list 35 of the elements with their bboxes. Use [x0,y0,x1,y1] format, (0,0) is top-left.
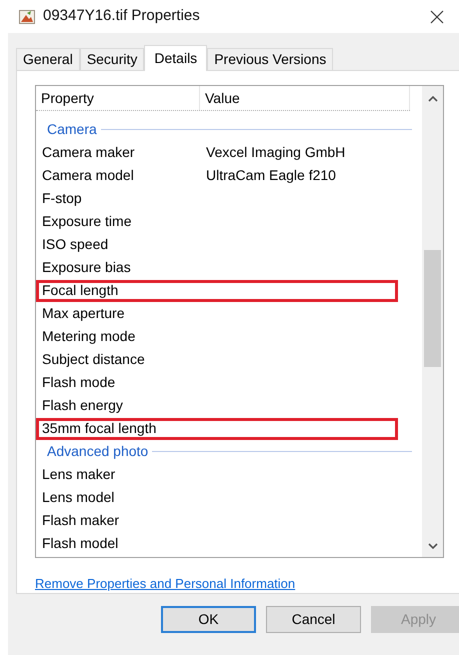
property-value: UltraCam Eagle f210 [206,166,336,185]
property-name: Flash energy [42,396,124,415]
group-header: Camera [47,120,97,139]
property-name: Flash mode [42,373,116,392]
dialog-button[interactable]: Cancel [266,606,361,633]
property-name: Flash maker [42,511,120,530]
tab[interactable]: Previous Versions [207,48,334,70]
close-icon [430,10,444,24]
window-title: 09347Y16.tif Properties [43,6,200,26]
tab[interactable]: General [16,48,80,70]
property-name: Lens model [42,488,116,507]
column-header[interactable]: Value [200,86,410,110]
scrollbar-thumb[interactable] [424,250,441,367]
dialog-button[interactable]: OK [161,606,256,633]
property-name: Camera model [42,166,135,185]
property-name: Camera maker [42,143,136,162]
property-name: Exposure bias [42,258,132,277]
property-name: Flash model [42,534,120,553]
property-name: Exposure time [42,212,132,231]
property-name: F-stop [42,189,83,208]
remove-properties-link[interactable]: Remove Properties and Personal Information [35,576,296,591]
property-name: Max aperture [42,304,126,323]
property-value: Vexcel Imaging GmbH [206,143,346,162]
tab[interactable]: Security [80,48,144,70]
group-header: Advanced photo [47,442,148,461]
property-name: ISO speed [42,235,110,254]
property-name: Metering mode [42,327,136,346]
property-name: 35mm focal length [42,419,158,438]
tab[interactable]: Details [144,45,208,71]
column-header[interactable]: Property [36,86,200,110]
image-file-icon [19,10,35,24]
scrollbar[interactable] [422,86,443,557]
property-name: Focal length [42,281,120,300]
property-name: Subject distance [42,350,146,369]
property-name: Lens maker [42,465,116,484]
